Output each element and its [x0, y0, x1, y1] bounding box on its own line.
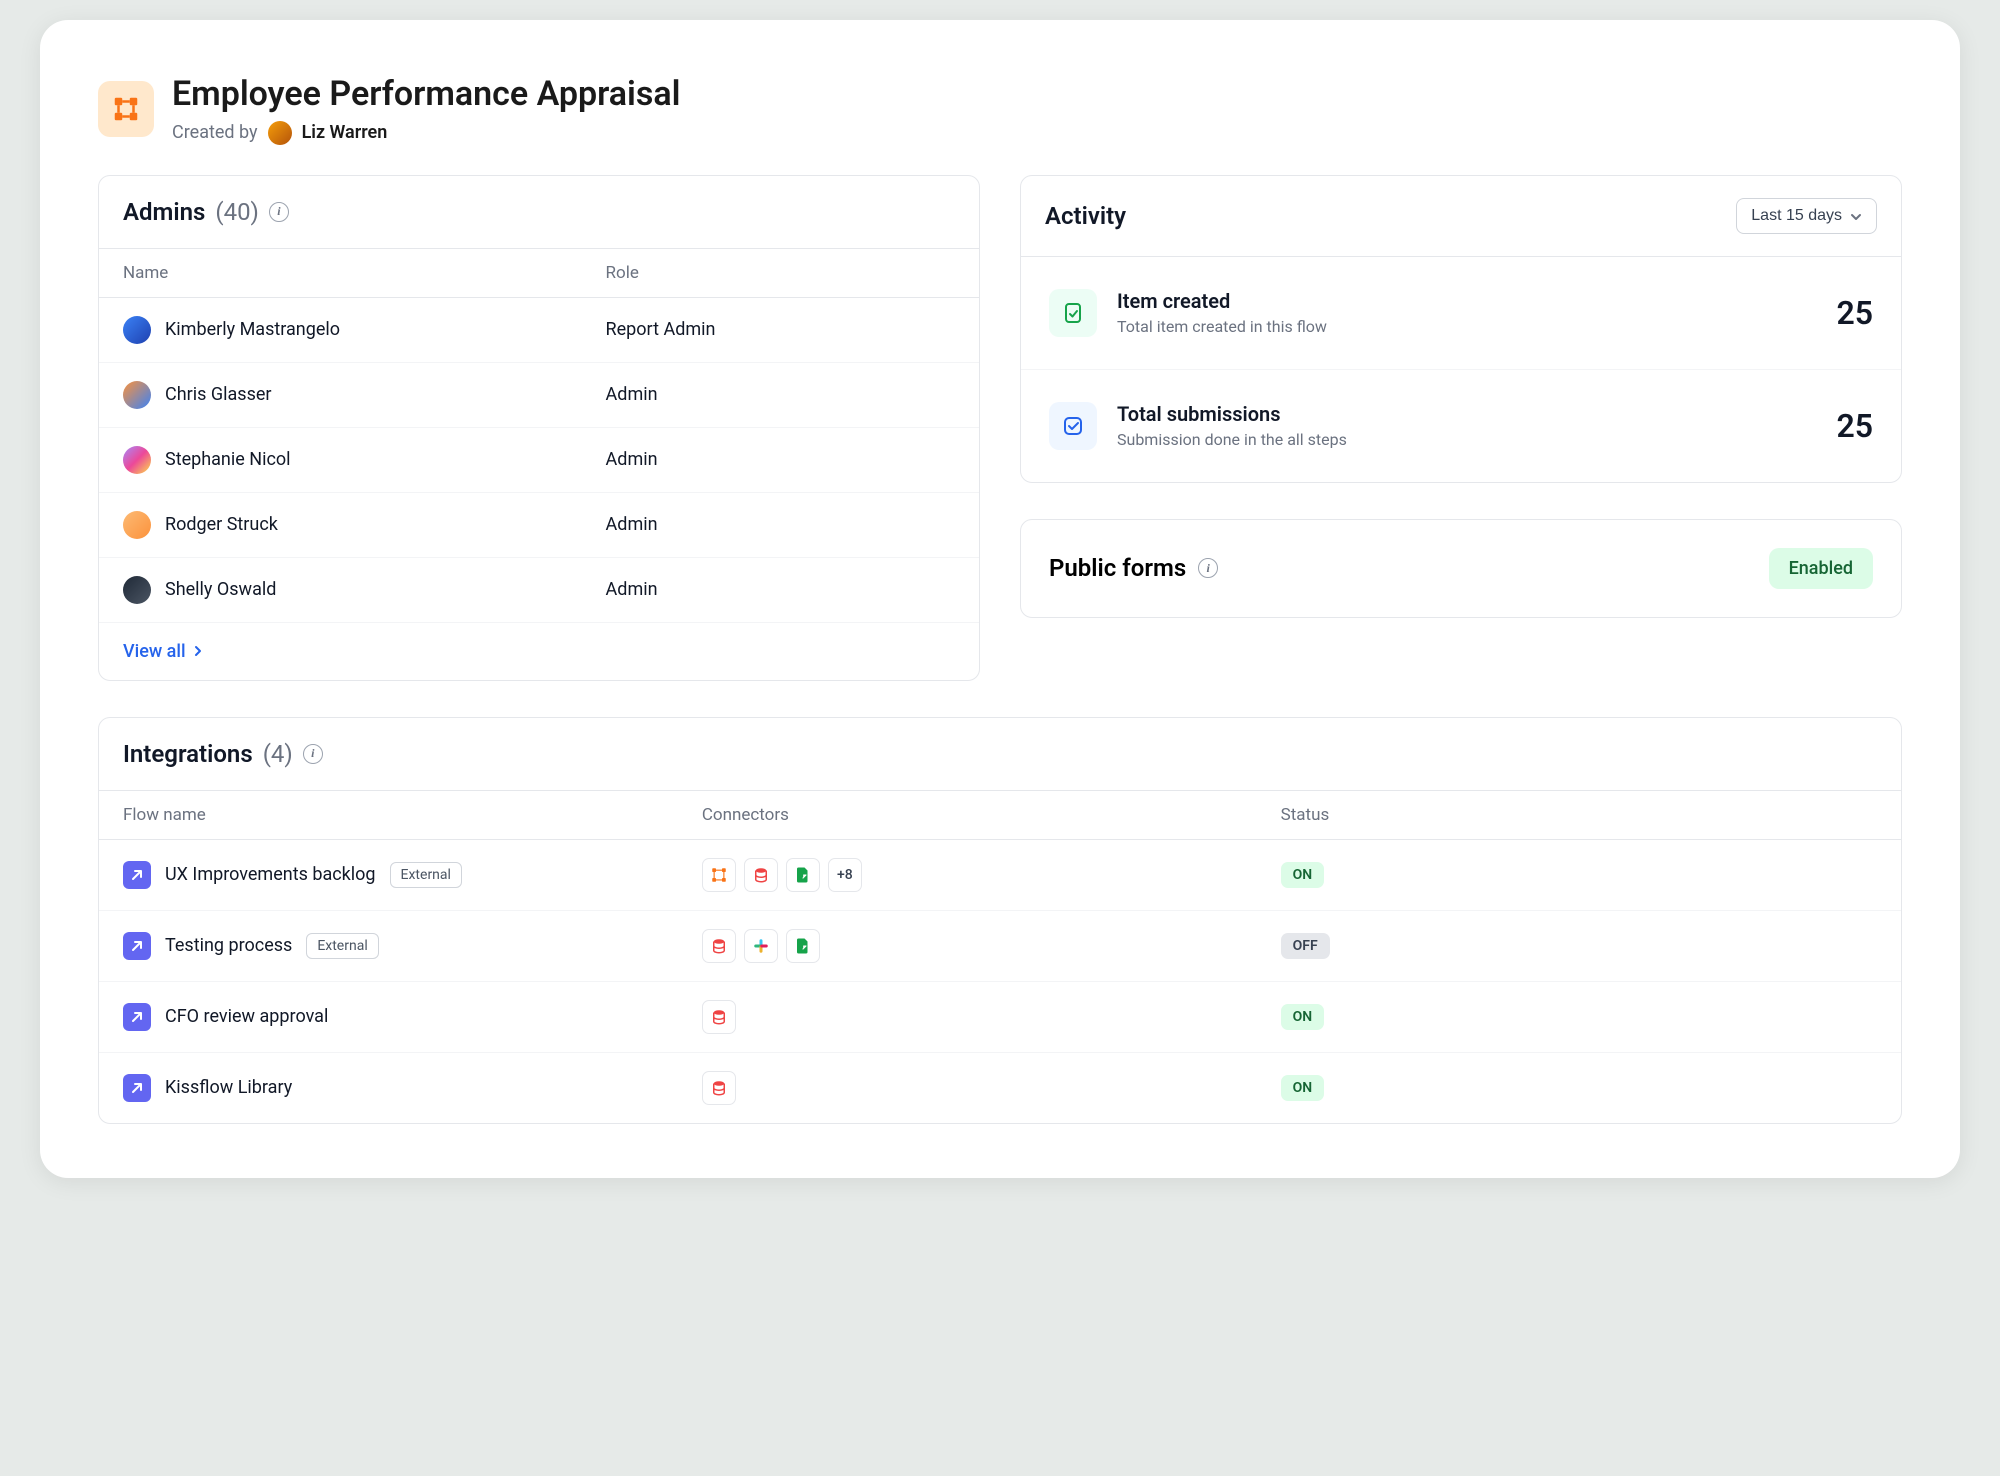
- admins-table-header: Name Role: [99, 249, 979, 298]
- admins-card: Admins (40) Name Role Kimberly Mastrange…: [98, 175, 980, 681]
- activity-item-value: 25: [1836, 407, 1873, 445]
- app-window: Employee Performance Appraisal Created b…: [40, 20, 1960, 1178]
- external-tag: External: [306, 933, 378, 959]
- integration-row[interactable]: CFO review approval ON: [99, 982, 1901, 1053]
- time-range-select[interactable]: Last 15 days: [1736, 198, 1877, 234]
- app-icon: [98, 81, 154, 137]
- admin-row[interactable]: Chris Glasser Admin: [99, 363, 979, 428]
- integrations-count: (4): [263, 740, 293, 768]
- integrations-table-header: Flow name Connectors Status: [99, 791, 1901, 840]
- connector-icon: [702, 858, 736, 892]
- chevron-down-icon: [1850, 210, 1862, 222]
- admin-row[interactable]: Rodger Struck Admin: [99, 493, 979, 558]
- flow-icon: [123, 1074, 151, 1102]
- public-forms-title: Public forms: [1049, 554, 1186, 582]
- status-badge: ON: [1281, 1004, 1325, 1030]
- flow-icon: [123, 1003, 151, 1031]
- admin-row[interactable]: Kimberly Mastrangelo Report Admin: [99, 298, 979, 363]
- creator-avatar: [268, 121, 292, 145]
- flow-name: Kissflow Library: [165, 1077, 292, 1098]
- activity-item-title: Item created: [1117, 289, 1816, 313]
- admins-count: (40): [215, 198, 259, 226]
- public-forms-card: Public forms Enabled: [1020, 519, 1902, 618]
- column-role: Role: [606, 263, 955, 283]
- column-flow: Flow name: [123, 805, 702, 825]
- admin-name: Shelly Oswald: [165, 579, 276, 600]
- connector-icon: [702, 1071, 736, 1105]
- admin-name: Stephanie Nicol: [165, 449, 291, 470]
- status-badge: OFF: [1281, 933, 1330, 959]
- integrations-card: Integrations (4) Flow name Connectors St…: [98, 717, 1902, 1124]
- flow-icon: [123, 861, 151, 889]
- page-header: Employee Performance Appraisal Created b…: [98, 74, 1902, 145]
- admin-role: Admin: [606, 449, 955, 470]
- submissions-icon: [1049, 402, 1097, 450]
- item-created-icon: [1049, 289, 1097, 337]
- time-range-label: Last 15 days: [1751, 207, 1842, 225]
- integrations-title: Integrations: [123, 740, 253, 768]
- status-badge: ON: [1281, 862, 1325, 888]
- external-tag: External: [390, 862, 462, 888]
- column-connectors: Connectors: [702, 805, 1281, 825]
- info-icon[interactable]: [269, 202, 289, 222]
- admin-row[interactable]: Stephanie Nicol Admin: [99, 428, 979, 493]
- view-all-link[interactable]: View all: [123, 641, 204, 662]
- admin-name: Chris Glasser: [165, 384, 272, 405]
- activity-item-sub: Submission done in the all steps: [1117, 430, 1816, 449]
- connector-icon: [744, 929, 778, 963]
- flow-icon: [123, 932, 151, 960]
- page-title: Employee Performance Appraisal: [172, 74, 680, 115]
- admin-row[interactable]: Shelly Oswald Admin: [99, 558, 979, 623]
- admin-role: Admin: [606, 579, 955, 600]
- activity-item: Total submissions Submission done in the …: [1021, 370, 1901, 482]
- avatar: [123, 381, 151, 409]
- connector-icon: [744, 858, 778, 892]
- info-icon[interactable]: [303, 744, 323, 764]
- admin-role: Admin: [606, 514, 955, 535]
- avatar: [123, 316, 151, 344]
- creator-name: Liz Warren: [302, 122, 388, 143]
- admins-title: Admins: [123, 198, 205, 226]
- created-by-label: Created by: [172, 122, 258, 143]
- status-badge: ON: [1281, 1075, 1325, 1101]
- column-status: Status: [1281, 805, 1877, 825]
- flow-name: CFO review approval: [165, 1006, 328, 1027]
- info-icon[interactable]: [1198, 558, 1218, 578]
- integration-row[interactable]: Testing process External OFF: [99, 911, 1901, 982]
- admin-name: Rodger Struck: [165, 514, 278, 535]
- connector-icon: [702, 929, 736, 963]
- activity-card: Activity Last 15 days Item created Total …: [1020, 175, 1902, 483]
- activity-item: Item created Total item created in this f…: [1021, 257, 1901, 370]
- activity-title: Activity: [1045, 202, 1126, 230]
- activity-item-value: 25: [1836, 294, 1873, 332]
- avatar: [123, 446, 151, 474]
- connector-more: +8: [828, 858, 862, 892]
- activity-item-sub: Total item created in this flow: [1117, 317, 1816, 336]
- flow-name: Testing process: [165, 935, 292, 956]
- column-name: Name: [123, 263, 606, 283]
- connector-icon: [702, 1000, 736, 1034]
- admin-role: Report Admin: [606, 319, 955, 340]
- avatar: [123, 511, 151, 539]
- flow-name: UX Improvements backlog: [165, 864, 376, 885]
- admin-role: Admin: [606, 384, 955, 405]
- connector-icon: [786, 929, 820, 963]
- admin-name: Kimberly Mastrangelo: [165, 319, 340, 340]
- integration-row[interactable]: UX Improvements backlog External +8 ON: [99, 840, 1901, 911]
- avatar: [123, 576, 151, 604]
- view-all-label: View all: [123, 641, 186, 662]
- integration-row[interactable]: Kissflow Library ON: [99, 1053, 1901, 1123]
- activity-item-title: Total submissions: [1117, 402, 1816, 426]
- enabled-badge: Enabled: [1769, 548, 1873, 589]
- connector-icon: [786, 858, 820, 892]
- chevron-right-icon: [192, 641, 204, 662]
